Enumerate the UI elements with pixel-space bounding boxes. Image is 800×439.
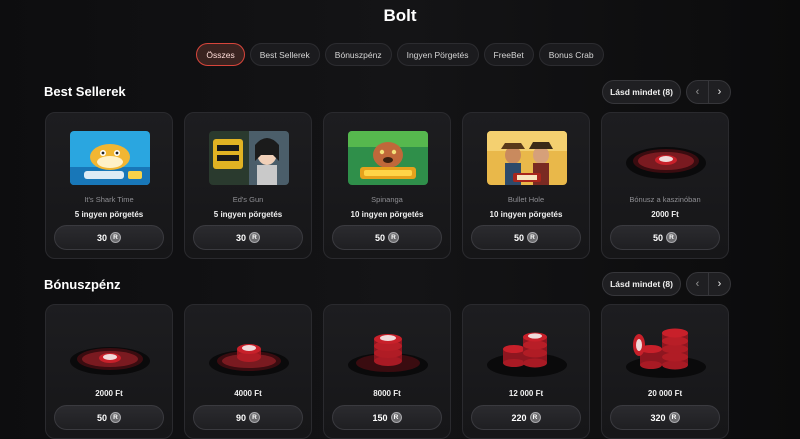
price-button[interactable]: 30 R	[193, 225, 303, 250]
shop-card[interactable]: Spinanga 10 ingyen pörgetés 50 R	[323, 112, 451, 259]
bonus-money-row: 2000 Ft 50 R 4000 Ft 90 R 8000 Ft 150 R …	[45, 304, 729, 439]
card-reward: 8000 Ft	[373, 389, 401, 398]
coin-icon: R	[668, 412, 680, 423]
price-value: 90	[235, 412, 246, 423]
price-button[interactable]: 90 R	[193, 405, 303, 430]
price-button[interactable]: 320 R	[610, 405, 720, 430]
card-name: It's Shark Time	[84, 195, 134, 204]
shop-card[interactable]: Bullet Hole 10 ingyen pörgetés 50 R	[462, 112, 590, 259]
card-reward: 12 000 Ft	[508, 389, 544, 398]
shark-time-thumbnail	[70, 131, 150, 185]
casino-chip-stack-icon	[338, 315, 438, 381]
shop-card[interactable]: Ed's Gun 5 ingyen pörgetés 30 R	[184, 112, 312, 259]
coin-icon: R	[527, 232, 538, 243]
shop-card[interactable]: 8000 Ft 150 R	[323, 304, 451, 439]
price-value: 50	[374, 232, 385, 243]
price-value: 50	[513, 232, 524, 243]
tab-ingyen-porgetes[interactable]: Ingyen Pörgetés	[396, 43, 479, 66]
card-name: Spinanga	[371, 195, 403, 204]
coin-icon: R	[110, 412, 121, 423]
eds-gun-thumbnail	[209, 131, 289, 185]
page-title: Bolt	[383, 6, 417, 25]
shop-card[interactable]: It's Shark Time 5 ingyen pörgetés 30 R	[45, 112, 173, 259]
coin-icon: R	[390, 412, 402, 423]
tab-best-sellerek[interactable]: Best Sellerek	[249, 43, 320, 66]
casino-chip-icon	[60, 315, 160, 381]
price-button[interactable]: 220 R	[471, 405, 581, 430]
price-button[interactable]: 30 R	[54, 225, 164, 250]
card-name: Ed's Gun	[232, 195, 264, 204]
chevron-left-icon[interactable]: ‹	[687, 81, 708, 103]
coin-icon: R	[388, 232, 399, 243]
coin-icon: R	[529, 412, 541, 423]
price-value: 30	[235, 232, 246, 243]
carousel-nav: ‹ ›	[686, 80, 731, 104]
card-name: Bónusz a kaszinóban	[629, 195, 701, 204]
casino-chip-stack-icon	[477, 315, 577, 381]
tab-bonuszpenz[interactable]: Bónuszpénz	[324, 43, 392, 66]
coin-icon: R	[666, 232, 677, 243]
best-sellers-row: It's Shark Time 5 ingyen pörgetés 30 R E…	[45, 112, 729, 259]
price-button[interactable]: 50 R	[332, 225, 442, 250]
coin-icon: R	[110, 232, 121, 243]
card-reward: 20 000 Ft	[647, 389, 683, 398]
section-title-best-sellerek: Best Sellerek	[44, 84, 126, 99]
casino-chip-stack-icon	[199, 315, 299, 381]
carousel-nav: ‹ ›	[686, 272, 731, 296]
tab-freebet[interactable]: FreeBet	[483, 43, 534, 66]
casino-chip-tower-icon	[616, 315, 716, 381]
price-button[interactable]: 150 R	[332, 405, 442, 430]
price-button[interactable]: 50 R	[471, 225, 581, 250]
shop-card[interactable]: 2000 Ft 50 R	[45, 304, 173, 439]
chevron-right-icon[interactable]: ›	[708, 273, 730, 295]
price-value: 50	[652, 232, 663, 243]
chevron-left-icon[interactable]: ‹	[687, 273, 708, 295]
category-tabs: Összes Best Sellerek Bónuszpénz Ingyen P…	[0, 43, 800, 66]
price-value: 50	[96, 412, 107, 423]
coin-icon: R	[249, 412, 260, 423]
card-reward: 2000 Ft	[95, 389, 123, 398]
see-all-button[interactable]: Lásd mindet (8)	[602, 272, 681, 296]
shop-card[interactable]: Bónusz a kaszinóban 2000 Ft 50 R	[601, 112, 729, 259]
card-reward: 10 ingyen pörgetés	[489, 210, 563, 219]
chevron-right-icon[interactable]: ›	[708, 81, 730, 103]
price-button[interactable]: 50 R	[54, 405, 164, 430]
card-reward: 5 ingyen pörgetés	[213, 210, 283, 219]
coin-icon: R	[249, 232, 260, 243]
price-button[interactable]: 50 R	[610, 225, 720, 250]
spinanga-thumbnail	[348, 131, 428, 185]
card-reward: 5 ingyen pörgetés	[74, 210, 144, 219]
card-reward: 10 ingyen pörgetés	[350, 210, 424, 219]
price-value: 320	[650, 412, 666, 423]
shop-card[interactable]: 20 000 Ft 320 R	[601, 304, 729, 439]
price-value: 30	[96, 232, 107, 243]
see-all-button[interactable]: Lásd mindet (8)	[602, 80, 681, 104]
casino-chip-icon	[616, 123, 716, 189]
card-name: Bullet Hole	[507, 195, 545, 204]
price-value: 150	[372, 412, 388, 423]
price-value: 220	[511, 412, 527, 423]
shop-card[interactable]: 12 000 Ft 220 R	[462, 304, 590, 439]
section-title-bonuszpenz: Bónuszpénz	[44, 277, 121, 292]
card-reward: 2000 Ft	[651, 210, 679, 219]
shop-card[interactable]: 4000 Ft 90 R	[184, 304, 312, 439]
tab-bonus-crab[interactable]: Bonus Crab	[538, 43, 604, 66]
tab-osszes[interactable]: Összes	[196, 43, 245, 66]
bullet-hole-thumbnail	[487, 131, 567, 185]
card-reward: 4000 Ft	[234, 389, 262, 398]
